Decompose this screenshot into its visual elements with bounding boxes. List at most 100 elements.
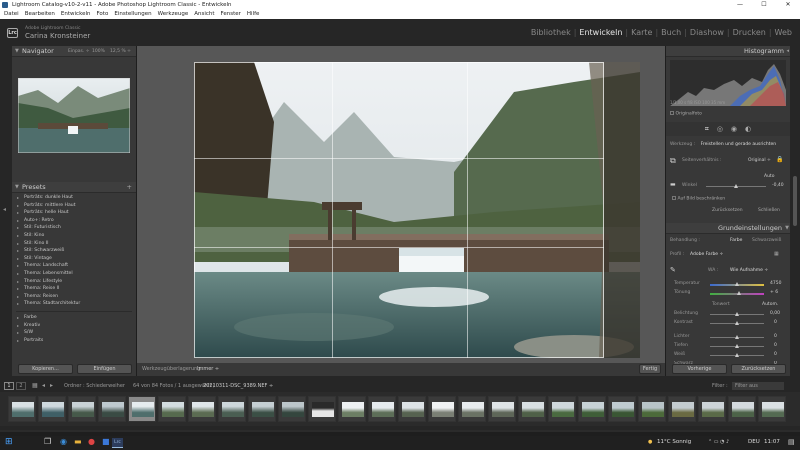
contrast-slider[interactable] (710, 321, 764, 325)
profile-select[interactable]: Adobe Farbe ÷ (690, 252, 723, 257)
tray-icons[interactable]: ⌃ ▭ ◔ ♪ (708, 439, 729, 445)
clock[interactable]: 11:07 (764, 439, 780, 445)
module-buch[interactable]: Buch (661, 28, 681, 37)
navigator-zoom-custom[interactable]: 12,5 % ÷ (110, 46, 131, 57)
module-diashow[interactable]: Diashow (690, 28, 724, 37)
forward-arrow-icon[interactable]: ▸ (50, 382, 53, 389)
presets-header[interactable]: ▼ Presets + (12, 182, 136, 193)
contrast-value[interactable]: 0 (774, 320, 777, 325)
input-language[interactable]: DEU (748, 439, 760, 445)
constrain-checkbox[interactable] (672, 196, 676, 200)
shadows-slider[interactable] (710, 344, 764, 348)
lock-icon[interactable]: 🔒 (776, 156, 783, 163)
module-karte[interactable]: Karte (631, 28, 652, 37)
menu-bearbeiten[interactable]: Bearbeiten (25, 10, 55, 19)
film-thumbnail[interactable] (98, 396, 126, 422)
angle-value[interactable]: -0,40 (772, 183, 784, 188)
menu-werkzeuge[interactable]: Werkzeuge (158, 10, 189, 19)
film-thumbnail[interactable] (8, 396, 36, 422)
menu-einstellungen[interactable]: Einstellungen (114, 10, 151, 19)
basic-panel-header[interactable]: Grundeinstellungen ▼ (666, 223, 790, 234)
preset-item[interactable]: Stil: Vintage (12, 255, 136, 263)
preset-item[interactable]: Thema: Reise II (12, 285, 136, 293)
menu-foto[interactable]: Foto (96, 10, 108, 19)
reset-button[interactable]: Zurücksetzen (731, 364, 786, 374)
straighten-tool-icon[interactable]: ▬ (670, 181, 676, 188)
film-thumbnail[interactable] (458, 396, 486, 422)
original-photo-checkbox[interactable] (670, 111, 674, 115)
preset-item[interactable]: Stil: Kino II (12, 240, 136, 248)
preset-item[interactable]: Auto+: Retro (12, 217, 136, 225)
back-arrow-icon[interactable]: ◂ (42, 382, 45, 389)
wb-eyedropper-icon[interactable]: ✎ (670, 266, 676, 274)
copy-settings-button[interactable]: Kopieren... (18, 364, 73, 374)
preset-item[interactable]: Thema: Reisen (12, 293, 136, 301)
preset-group[interactable]: S/W (12, 329, 136, 337)
done-button[interactable]: Fertig (639, 364, 661, 374)
film-thumbnail[interactable] (608, 396, 636, 422)
preset-item[interactable]: Thema: Stadtarchitektur (12, 300, 136, 308)
preset-item[interactable]: Porträts: helle Haut (12, 209, 136, 217)
preset-group[interactable]: Farbe (12, 314, 136, 322)
aspect-ratio-icon[interactable]: ⧉ (670, 156, 676, 166)
crop-reset-button[interactable]: Zurücksetzen (712, 208, 743, 213)
filename-select[interactable]: 20210311-DSC_9389.NEF ÷ (203, 383, 273, 389)
module-drucken[interactable]: Drucken (733, 28, 766, 37)
highlights-value[interactable]: 0 (774, 334, 777, 339)
exposure-value[interactable]: 0,00 (770, 311, 780, 316)
screen-1-button[interactable]: 1 (4, 382, 14, 390)
film-thumbnail[interactable] (578, 396, 606, 422)
film-thumbnail[interactable] (38, 396, 66, 422)
profile-browser-icon[interactable]: ▦ (774, 251, 779, 257)
preset-group[interactable]: Portraits (12, 337, 136, 345)
crop-close-button[interactable]: Schließen (758, 208, 780, 213)
weather-text[interactable]: 11°C Sonnig (657, 439, 691, 445)
menu-ansicht[interactable]: Ansicht (194, 10, 214, 19)
chrome-icon[interactable]: ● (88, 437, 95, 446)
film-thumbnail[interactable] (758, 396, 786, 422)
preset-item[interactable]: Thema: Lebensmittel (12, 270, 136, 278)
navigator-thumbnail[interactable] (18, 78, 130, 153)
edge-icon[interactable]: ◉ (60, 437, 67, 446)
preset-item[interactable]: Stil: Futuristisch (12, 224, 136, 232)
red-eye-icon[interactable]: ◉ (731, 125, 737, 133)
shadows-value[interactable]: 0 (774, 343, 777, 348)
paste-settings-button[interactable]: Einfügen (77, 364, 132, 374)
navigator-fit[interactable]: Einpas. ÷ (68, 46, 90, 57)
film-thumbnail[interactable] (638, 396, 666, 422)
menu-entwickeln[interactable]: Entwickeln (61, 10, 91, 19)
exposure-slider[interactable] (710, 312, 764, 316)
module-web[interactable]: Web (775, 28, 792, 37)
histogram-header[interactable]: Histogramm ◂ (666, 46, 790, 57)
film-thumbnail[interactable] (158, 396, 186, 422)
filter-select[interactable]: Filter aus (732, 382, 784, 390)
film-thumbnail[interactable] (188, 396, 216, 422)
preset-item[interactable]: Thema: Lifestyle (12, 278, 136, 286)
film-thumbnail[interactable] (308, 396, 336, 422)
treatment-bw[interactable]: Schwarzweiß (752, 238, 781, 243)
add-preset-icon[interactable]: + (127, 182, 132, 193)
tint-slider[interactable] (710, 291, 764, 295)
aspect-select[interactable]: Original ÷ (748, 158, 771, 163)
film-thumbnail[interactable] (428, 396, 456, 422)
preset-item[interactable]: Porträts: mittlere Haut (12, 202, 136, 210)
module-entwickeln[interactable]: Entwickeln (579, 28, 622, 37)
temp-value[interactable]: 4750 (770, 281, 781, 286)
grid-view-icon[interactable]: ▦ (32, 382, 38, 389)
menu-hilfe[interactable]: Hilfe (247, 10, 260, 19)
masking-icon[interactable]: ◐ (745, 125, 751, 133)
auto-straighten-button[interactable]: Auto (764, 174, 774, 179)
film-thumbnail[interactable] (278, 396, 306, 422)
left-panel-toggle[interactable]: ◂ (0, 46, 12, 376)
navigator-header[interactable]: ▼ Navigator Einpas. ÷ 100% 12,5 % ÷ (12, 46, 136, 57)
previous-button[interactable]: Vorherige (672, 364, 727, 374)
film-thumbnail[interactable] (518, 396, 546, 422)
film-thumbnail[interactable] (668, 396, 696, 422)
temp-slider[interactable] (710, 282, 764, 286)
whites-value[interactable]: 0 (774, 352, 777, 357)
angle-slider[interactable] (706, 184, 766, 188)
menu-datei[interactable]: Datei (4, 10, 19, 19)
film-thumbnail[interactable] (338, 396, 366, 422)
film-thumbnail[interactable] (218, 396, 246, 422)
crop-frame[interactable] (194, 62, 604, 358)
